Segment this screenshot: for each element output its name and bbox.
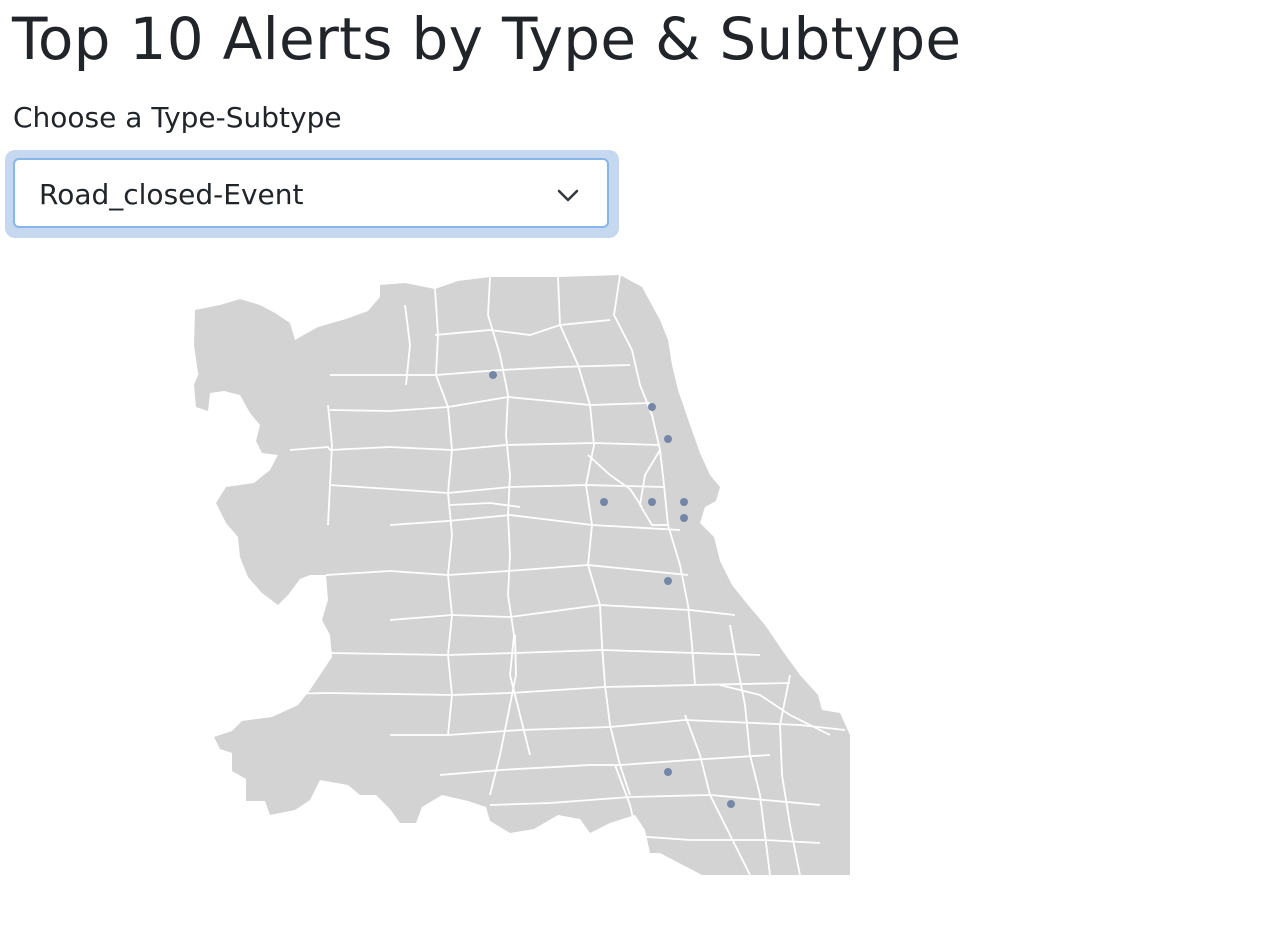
chevron-down-icon (557, 189, 579, 202)
alert-point[interactable] (664, 577, 672, 585)
alert-point[interactable] (664, 435, 672, 443)
alert-point[interactable] (664, 768, 672, 776)
type-subtype-select-label: Choose a Type-Subtype (13, 101, 342, 134)
type-subtype-select-value: Road_closed-Event (39, 178, 304, 211)
type-subtype-select-focus-ring: Road_closed-Event (5, 150, 619, 238)
alert-point[interactable] (727, 800, 735, 808)
alert-point[interactable] (489, 371, 497, 379)
dashboard-page: Top 10 Alerts by Type & Subtype Choose a… (0, 0, 1288, 950)
chicago-map-svg (194, 275, 850, 876)
alert-point[interactable] (680, 498, 688, 506)
alerts-map[interactable] (190, 275, 855, 880)
page-title: Top 10 Alerts by Type & Subtype (12, 5, 962, 73)
alert-point[interactable] (648, 498, 656, 506)
alert-point[interactable] (648, 403, 656, 411)
type-subtype-select[interactable]: Road_closed-Event (13, 158, 609, 228)
chicago-land-area (194, 275, 850, 875)
alert-point[interactable] (600, 498, 608, 506)
alert-point[interactable] (680, 514, 688, 522)
